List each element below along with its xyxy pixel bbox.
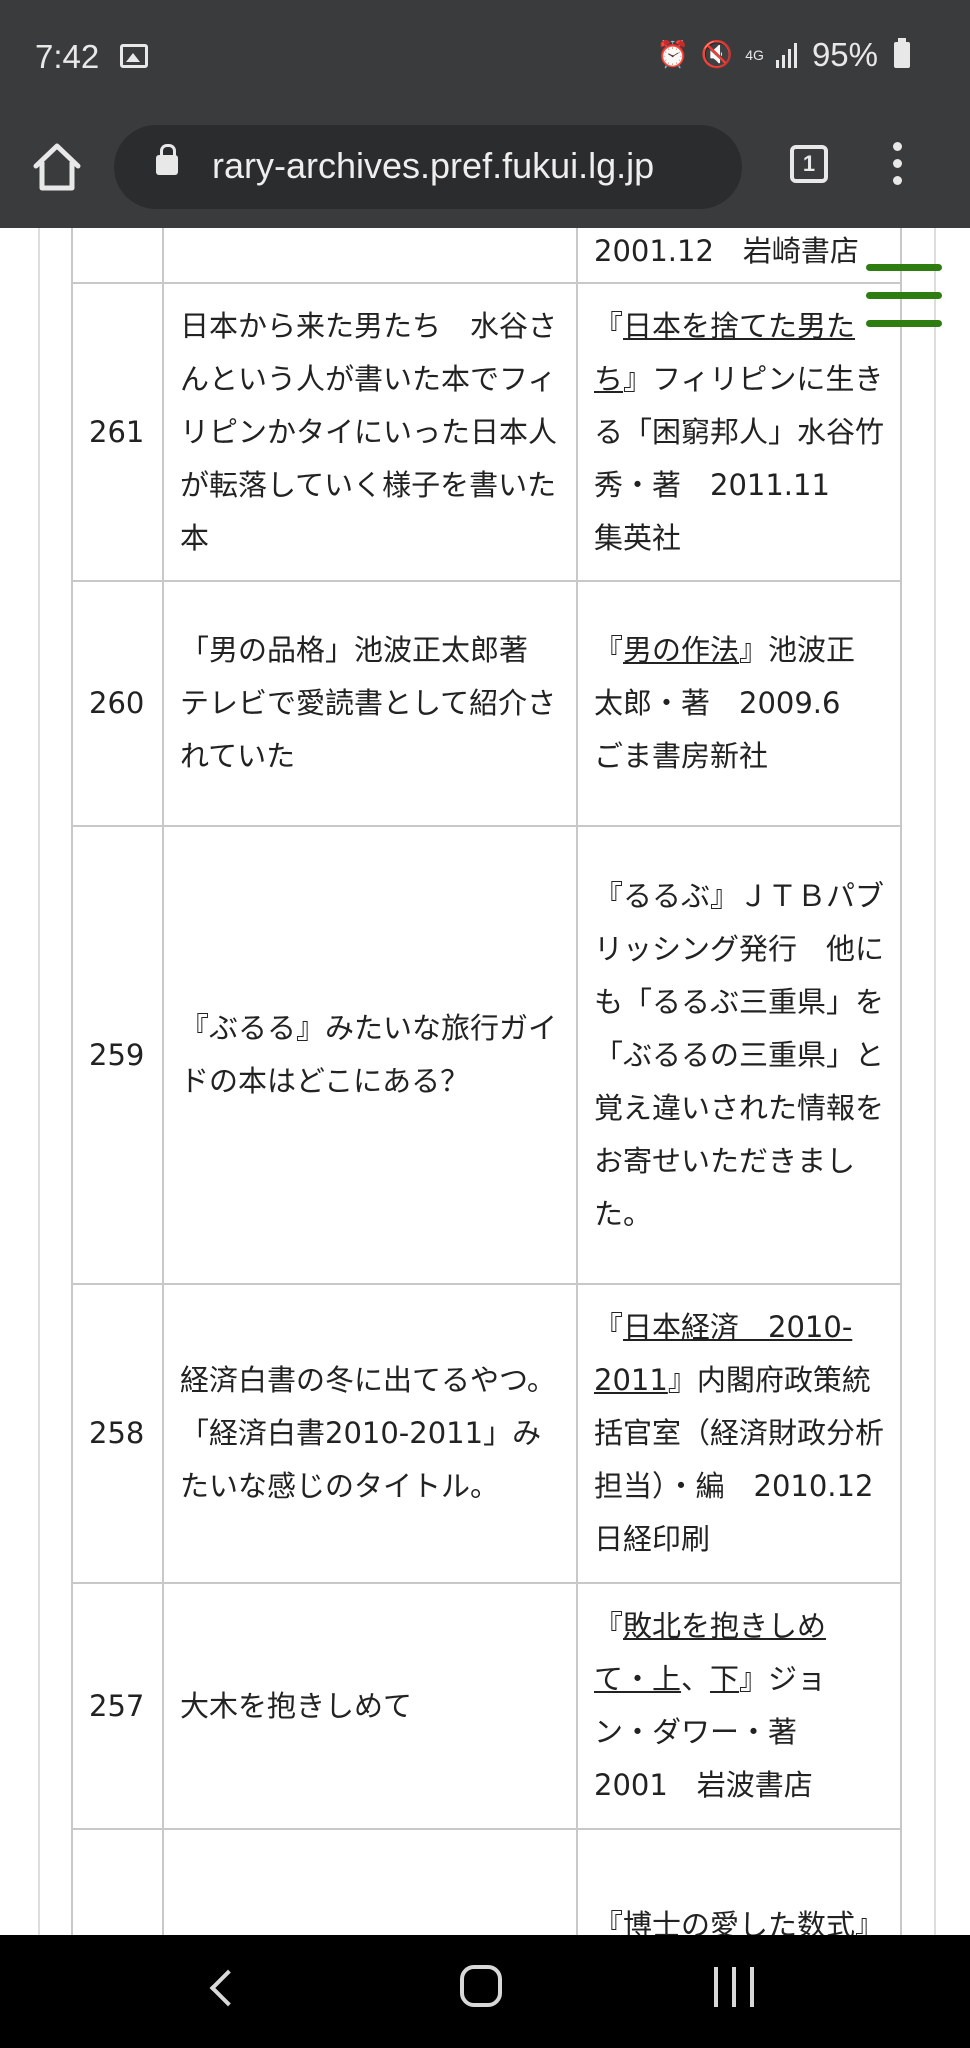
row-question: 日本から来た男たち 水谷さんという人が書いた本でフィリピンかタイにいった日本人が…: [162, 282, 578, 582]
book-link[interactable]: 下: [710, 1662, 739, 1696]
row-answer: 『敗北を抱きしめて・上、下』ジョン・ダワー・著 2001 岩波書店: [576, 1582, 902, 1830]
row-question: 大木を抱きしめて: [162, 1582, 578, 1830]
row-number: 261: [71, 282, 164, 582]
network-type: 4G: [745, 47, 764, 63]
row-question: 博士の愛した数学: [162, 1828, 578, 1935]
mute-icon: 🔇: [700, 40, 734, 70]
table-row: 256 博士の愛した数学 『博士の愛した数式』小川洋子・著: [71, 1828, 902, 1935]
url-text[interactable]: rary-archives.pref.fukui.lg.jp: [212, 145, 654, 187]
status-time: 7:42: [35, 38, 100, 75]
home-nav-icon[interactable]: [460, 1965, 502, 2007]
back-icon[interactable]: [209, 1969, 247, 2007]
home-icon[interactable]: [30, 140, 84, 194]
row-number: 260: [71, 580, 164, 827]
book-link[interactable]: 男の作法: [623, 633, 739, 667]
gallery-icon: [120, 44, 148, 68]
signal-icon: [775, 43, 797, 68]
qa-table: 2001.12 岩崎書店 261 日本から来た男たち 水谷さんという人が書いた本…: [71, 228, 902, 1935]
table-row: 260 「男の品格」池波正太郎著 テレビで愛読書として紹介されていた 『男の作法…: [71, 580, 902, 827]
table-row: 259 『ぶるる』みたいな旅行ガイドの本はどこにある？ 『るるぶ』ＪＴＢパブリッ…: [71, 825, 902, 1285]
tab-switcher-button[interactable]: 1: [790, 145, 828, 183]
row-question: 『ぶるる』みたいな旅行ガイドの本はどこにある？: [162, 825, 578, 1285]
row-number: 257: [71, 1582, 164, 1830]
row-answer: 『日本を捨てた男たち』フィリピンに生きる「困窮邦人」水谷竹秀・著 2011.11…: [576, 282, 902, 582]
alarm-icon: ⏰: [656, 40, 689, 70]
table-row: 2001.12 岩崎書店: [71, 228, 902, 284]
row-number: [71, 228, 164, 284]
row-number: 256: [71, 1828, 164, 1935]
row-answer: 『るるぶ』ＪＴＢパブリッシング発行 他にも「るるぶ三重県」を「ぶるるの三重県」と…: [576, 825, 902, 1285]
web-page: 2001.12 岩崎書店 261 日本から来た男たち 水谷さんという人が書いた本…: [0, 228, 970, 1935]
recents-icon[interactable]: [714, 1967, 754, 2007]
row-question: [162, 228, 578, 284]
row-answer: 『博士の愛した数式』小川洋子・著: [576, 1828, 902, 1935]
table-row: 261 日本から来た男たち 水谷さんという人が書いた本でフィリピンかタイにいった…: [71, 282, 902, 582]
status-icons: ⏰ 🔇 4G 95%: [656, 36, 910, 74]
browser-toolbar: rary-archives.pref.fukui.lg.jp 1: [0, 110, 970, 228]
battery-percent: 95%: [811, 36, 878, 73]
system-nav-bar: [0, 1935, 970, 2048]
table-row: 258 経済白書の冬に出てるやつ。「経済白書2010-2011」みたいな感じのタ…: [71, 1283, 902, 1584]
address-bar[interactable]: rary-archives.pref.fukui.lg.jp: [114, 125, 742, 209]
battery-icon: [894, 38, 910, 68]
hamburger-menu-icon[interactable]: [866, 264, 942, 340]
lock-icon: [156, 144, 178, 175]
status-bar: 7:42 ⏰ 🔇 4G 95%: [0, 0, 970, 110]
row-number: 259: [71, 825, 164, 1285]
table-row: 257 大木を抱きしめて 『敗北を抱きしめて・上、下』ジョン・ダワー・著 200…: [71, 1582, 902, 1830]
row-question: 「男の品格」池波正太郎著 テレビで愛読書として紹介されていた: [162, 580, 578, 827]
row-answer: 2001.12 岩崎書店: [576, 228, 902, 284]
row-question: 経済白書の冬に出てるやつ。「経済白書2010-2011」みたいな感じのタイトル。: [162, 1283, 578, 1584]
row-number: 258: [71, 1283, 164, 1584]
row-answer: 『男の作法』池波正太郎・著 2009.6 ごま書房新社: [576, 580, 902, 827]
book-link[interactable]: 博士の愛した数式: [623, 1908, 855, 1935]
overflow-menu-icon[interactable]: [893, 142, 903, 190]
row-answer: 『日本経済 2010-2011』内閣府政策統括官室（経済財政分析担当）・編 20…: [576, 1283, 902, 1584]
